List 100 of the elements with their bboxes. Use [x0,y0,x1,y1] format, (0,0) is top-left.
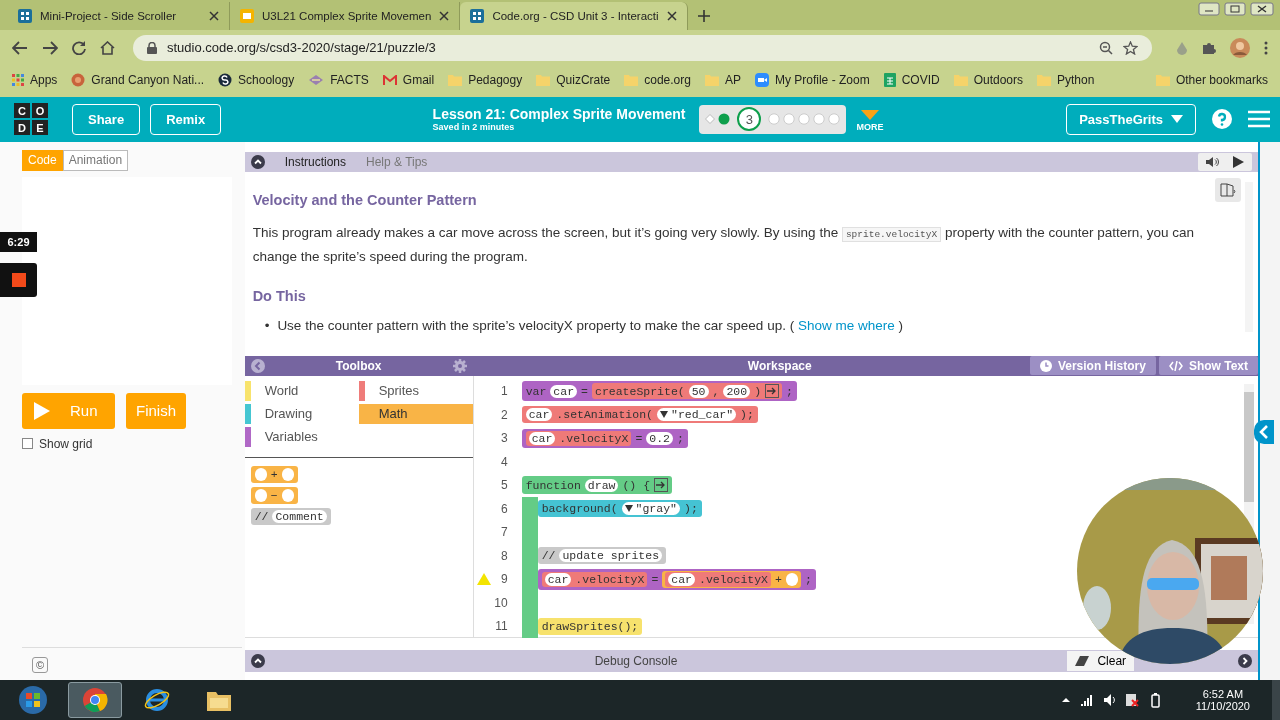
bookmark[interactable]: Other bookmarks [1155,73,1268,88]
input-slot[interactable]: update sprites [559,549,663,563]
dropdown-slot[interactable]: "gray" [621,502,680,516]
bookmark[interactable]: code.org [624,73,691,88]
code-block[interactable]: car .velocityX [525,430,632,446]
code-block[interactable]: + [250,465,298,483]
expand-icon[interactable] [1238,653,1253,668]
code-block[interactable]: function draw () { [521,476,673,495]
toolbox-category[interactable]: Drawing [244,403,359,424]
bookmark[interactable]: Apps [12,73,58,88]
progress-dot[interactable] [783,113,796,126]
code-block[interactable]: car .velocityX = 0.2 ; [521,428,688,448]
toolbox-category[interactable]: Variables [244,426,359,447]
input-slot[interactable] [254,488,267,502]
clock-time[interactable]: 6:52 AM [1202,688,1244,700]
zoom-icon[interactable] [1099,40,1113,55]
forward-icon[interactable] [42,40,58,55]
progress-dot[interactable] [828,113,841,126]
input-slot[interactable] [254,467,267,481]
expand-button[interactable] [654,478,669,493]
progress-dot[interactable] [768,113,781,126]
code-block[interactable]: createSprite( 50 , 200 ) [592,383,783,400]
star-icon[interactable] [1123,40,1138,55]
puzzle-icon[interactable] [1202,40,1216,55]
back-icon[interactable] [12,40,28,55]
code-block[interactable]: − [250,486,298,504]
avatar-icon[interactable] [1230,37,1250,58]
input-slot[interactable]: car [525,408,553,422]
reload-icon[interactable] [72,40,86,55]
progress-dot[interactable] [813,113,826,126]
bookmark[interactable]: COVID [883,73,940,88]
code-block[interactable]: car .velocityX [541,571,648,587]
instructions-tab[interactable]: Instructions [284,154,346,169]
checkbox[interactable] [22,438,33,450]
code-block[interactable]: car .velocityX + [662,570,801,588]
code-block[interactable]: car .setAnimation( "red_car" ); [521,406,758,424]
toolbox-category[interactable]: Sprites [358,380,473,401]
bookmark[interactable]: Outdoors [953,73,1023,88]
side-panel-tab[interactable] [1254,419,1275,444]
input-slot[interactable] [785,572,798,586]
input-slot[interactable]: 0.2 [646,431,673,445]
input-slot[interactable]: car [528,431,556,445]
collapse-icon[interactable] [250,653,265,668]
audio-controls[interactable] [1198,152,1253,171]
address-bar[interactable]: studio.code.org/s/csd3-2020/stage/21/puzzle/3 [133,34,1152,61]
bookmark[interactable]: Pedagogy [448,73,523,88]
show-me-where-link[interactable]: Show me where [797,317,895,333]
code-block[interactable]: car .velocityX = car .velocityX + ; [537,568,816,590]
immersive-reader-icon[interactable] [1215,177,1242,202]
close-icon[interactable] [439,10,450,21]
input-slot[interactable]: 50 [688,384,709,398]
browser-tab[interactable]: U3L21 Complex Sprite Movemen [230,1,461,30]
clear-button[interactable]: Clear [1067,650,1135,671]
bookmark[interactable]: Python [1037,73,1095,88]
code-block[interactable]: // Comment [250,507,331,525]
input-slot[interactable]: car [544,572,572,586]
bookmark[interactable]: AP [704,73,741,88]
input-slot[interactable]: 200 [723,384,751,398]
menu-icon[interactable] [1264,40,1268,55]
dropdown-slot[interactable]: "red_car" [657,408,737,422]
toolbox-category[interactable]: Math [358,403,473,424]
close-icon[interactable] [209,10,219,21]
close-icon[interactable] [666,10,677,21]
input-slot[interactable]: car [668,572,695,586]
home-icon[interactable] [100,40,115,55]
mode-toggle[interactable]: Animation [62,149,129,171]
input-slot[interactable]: car [550,384,578,398]
speaker-icon[interactable] [1206,155,1220,168]
input-slot[interactable]: Comment [272,509,327,523]
code-block[interactable]: car .velocityX [665,571,771,587]
logo[interactable]: C O D E [14,103,48,136]
code-block[interactable]: var car = createSprite( 50 , 200 ) ; [521,381,797,402]
bookmark[interactable]: FACTS [308,73,369,88]
input-slot[interactable]: draw [584,478,619,492]
bookmark[interactable]: QuizCrate [536,73,611,88]
collapse-icon[interactable] [250,154,265,169]
input-slot[interactable] [281,488,294,502]
help-icon[interactable] [1212,109,1232,130]
input-slot[interactable] [281,467,294,481]
stop-recording-button[interactable] [0,262,37,297]
clock-date[interactable]: 11/10/2020 [1195,700,1250,712]
code-block[interactable]: drawSprites(); [537,617,643,635]
current-level[interactable]: 3 [737,107,762,132]
copyright-button[interactable]: © [32,657,48,673]
plus-icon[interactable] [697,9,710,22]
toolbox-category[interactable]: World [244,380,359,401]
bookmark[interactable]: Gmail [382,73,435,88]
menu-icon[interactable] [1248,110,1270,129]
code-block[interactable]: // update sprites [537,547,667,565]
browser-tab[interactable]: Code.org - CSD Unit 3 - Interacti [460,1,688,30]
window-controls-icon[interactable] [1198,2,1274,16]
scrollbar[interactable] [1244,391,1255,502]
settings-icon[interactable] [452,358,467,373]
code-block[interactable]: background( "gray" ); [537,500,702,518]
progress-dot[interactable] [718,113,731,126]
play-icon[interactable] [1233,155,1245,168]
bookmark[interactable]: Schoology [218,73,295,88]
bookmark[interactable]: My Profile - Zoom [754,73,870,88]
expand-button[interactable] [765,384,780,399]
progress-dot[interactable] [798,113,811,126]
